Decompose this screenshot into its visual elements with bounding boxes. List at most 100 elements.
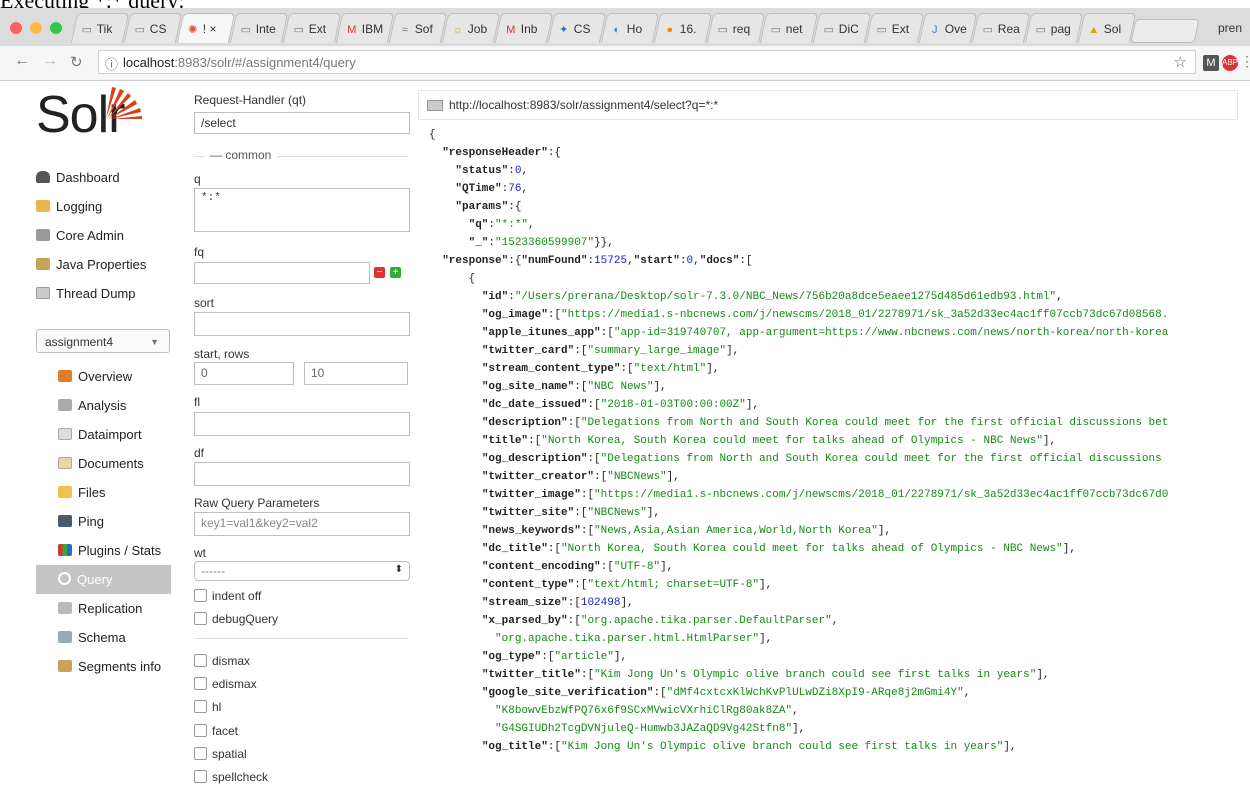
json-punct [429, 237, 469, 249]
core-nav-schema[interactable]: Schema [46, 623, 181, 652]
checkbox-box[interactable] [194, 612, 207, 625]
json-punct: ], [759, 579, 773, 591]
forward-arrow-icon[interactable]: → [42, 52, 58, 70]
info-icon[interactable]: ⓘ [105, 54, 118, 73]
edismax-checkbox[interactable]: edismax [194, 677, 257, 691]
json-line: "google_site_verification":["dMf4cxtcxKl… [429, 684, 1244, 702]
browser-tab[interactable]: ◐ Ho [600, 13, 660, 43]
debugquery-checkbox[interactable]: debugQuery [194, 612, 278, 626]
fq-input[interactable] [194, 262, 370, 284]
m-extension-icon[interactable]: M [1203, 55, 1219, 71]
browser-tab[interactable]: ▭ req [706, 13, 766, 43]
browser-tab[interactable]: ▲ Sol [1077, 13, 1137, 43]
json-key: "twitter_card" [481, 345, 575, 357]
core-nav-documents[interactable]: Documents [46, 449, 181, 478]
sort-input[interactable] [194, 312, 410, 336]
browser-tab[interactable]: M IBM [335, 13, 395, 43]
raw-query-input[interactable]: key1=val1&key2=val2 [194, 512, 410, 536]
adblock-icon[interactable]: ABP [1222, 55, 1238, 71]
wt-select[interactable]: ------ ⬍ [194, 561, 410, 581]
browser-tab[interactable]: ▭ Ext [865, 13, 925, 43]
hl-checkbox[interactable]: hl [194, 700, 221, 714]
json-string: "North Korea, South Korea could meet for… [561, 543, 1063, 555]
core-nav-overview[interactable]: Overview [46, 362, 181, 391]
start-input[interactable]: 0 [194, 362, 294, 385]
nav-thread-dump[interactable]: Thread Dump [36, 279, 176, 308]
json-punct [429, 471, 482, 483]
query-magnifier-icon [58, 572, 71, 585]
checkbox-box[interactable] [194, 654, 207, 667]
checkbox-box[interactable] [194, 724, 207, 737]
json-line: "QTime":76, [429, 180, 1244, 198]
checkbox-box[interactable] [194, 589, 207, 602]
bookmark-star-icon[interactable]: ☆ [1174, 53, 1187, 71]
minimize-window-icon[interactable] [30, 22, 42, 34]
browser-tab[interactable]: ✺ ! × [176, 13, 236, 43]
nav-dashboard[interactable]: Dashboard [36, 163, 176, 192]
request-handler-input[interactable]: /select [194, 112, 410, 134]
json-line: "twitter_site":["NBCNews"], [429, 504, 1244, 522]
core-nav-dataimport[interactable]: Dataimport [46, 420, 181, 449]
df-input[interactable] [194, 462, 410, 486]
core-nav-ping[interactable]: Ping [46, 507, 181, 536]
browser-tab[interactable]: ≈ Sof [388, 13, 448, 43]
nav-label: Java Properties [56, 257, 147, 272]
browser-tab[interactable]: ▭ CS [123, 13, 183, 43]
nav-java-properties[interactable]: Java Properties [36, 250, 176, 279]
checkbox-box[interactable] [194, 677, 207, 690]
nav-logging[interactable]: Logging [36, 192, 176, 221]
checkbox-box[interactable] [194, 700, 207, 713]
browser-tab[interactable]: J Ove [918, 13, 978, 43]
core-nav-analysis[interactable]: Analysis [46, 391, 181, 420]
close-window-icon[interactable] [10, 22, 22, 34]
browser-tab[interactable]: ☼ Job [441, 13, 501, 43]
new-tab-button[interactable] [1130, 19, 1200, 43]
json-punct: :[ [567, 417, 581, 429]
json-key: "response" [442, 255, 509, 267]
core-nav-plugins-stats[interactable]: Plugins / Stats [46, 536, 181, 565]
url-bar[interactable]: ⓘ localhost:8983/solr/#/assignment4/quer… [98, 50, 1196, 74]
rows-input[interactable]: 10 [304, 362, 408, 385]
dismax-checkbox[interactable]: dismax [194, 654, 250, 668]
spatial-checkbox[interactable]: spatial [194, 747, 247, 761]
indent-checkbox[interactable]: indent off [194, 589, 261, 603]
reload-icon[interactable]: ↻ [70, 53, 83, 71]
spellcheck-checkbox[interactable]: spellcheck [194, 770, 268, 784]
browser-tab[interactable]: ▭ Tik [70, 13, 130, 43]
request-url-link[interactable]: http://localhost:8983/solr/assignment4/s… [418, 90, 1238, 120]
core-nav-files[interactable]: Files [46, 478, 181, 507]
core-nav-query[interactable]: Query [36, 565, 171, 594]
browser-tab[interactable]: ▭ net [759, 13, 819, 43]
facet-checkbox[interactable]: facet [194, 724, 238, 738]
json-punct: ], [646, 507, 661, 519]
browser-tab[interactable]: ▭ Inte [229, 13, 289, 43]
browser-tab[interactable]: ▭ DiC [812, 13, 872, 43]
browser-tab[interactable]: ▭ Ext [282, 13, 342, 43]
zoom-window-icon[interactable] [50, 22, 62, 34]
checkbox-label: debugQuery [212, 612, 279, 626]
browser-tab[interactable]: ● 16. [653, 13, 713, 43]
browser-tab[interactable]: ▭ Rea [971, 13, 1031, 43]
nav-core-admin[interactable]: Core Admin [36, 221, 176, 250]
fl-input[interactable] [194, 412, 410, 436]
browser-menu-icon[interactable]: ⋮ [1240, 53, 1250, 70]
profile-name[interactable]: pren [1218, 21, 1242, 35]
json-punct: , [792, 705, 799, 717]
nav-label: Overview [78, 369, 133, 384]
q-textarea[interactable]: *:* [194, 188, 410, 232]
browser-tab[interactable]: ▭ pag [1024, 13, 1084, 43]
add-fq-icon[interactable]: + [390, 267, 401, 278]
core-nav-replication[interactable]: Replication [46, 594, 181, 623]
solr-logo[interactable]: Solr [36, 85, 142, 145]
json-string: "https://media1.s-nbcnews.com/j/newscms/… [594, 489, 1169, 501]
checkbox-box[interactable] [194, 770, 207, 783]
core-nav-segments-info[interactable]: Segments info [46, 652, 181, 681]
dashboard-icon [36, 171, 50, 183]
checkbox-box[interactable] [194, 747, 207, 760]
back-arrow-icon[interactable]: ← [14, 52, 30, 70]
core-selector[interactable]: assignment4 ▼ [36, 329, 170, 353]
browser-tab[interactable]: M Inb [494, 13, 554, 43]
browser-tab[interactable]: ✦ CS [547, 13, 607, 43]
options-divider [194, 638, 408, 639]
remove-fq-icon[interactable]: − [374, 267, 385, 278]
